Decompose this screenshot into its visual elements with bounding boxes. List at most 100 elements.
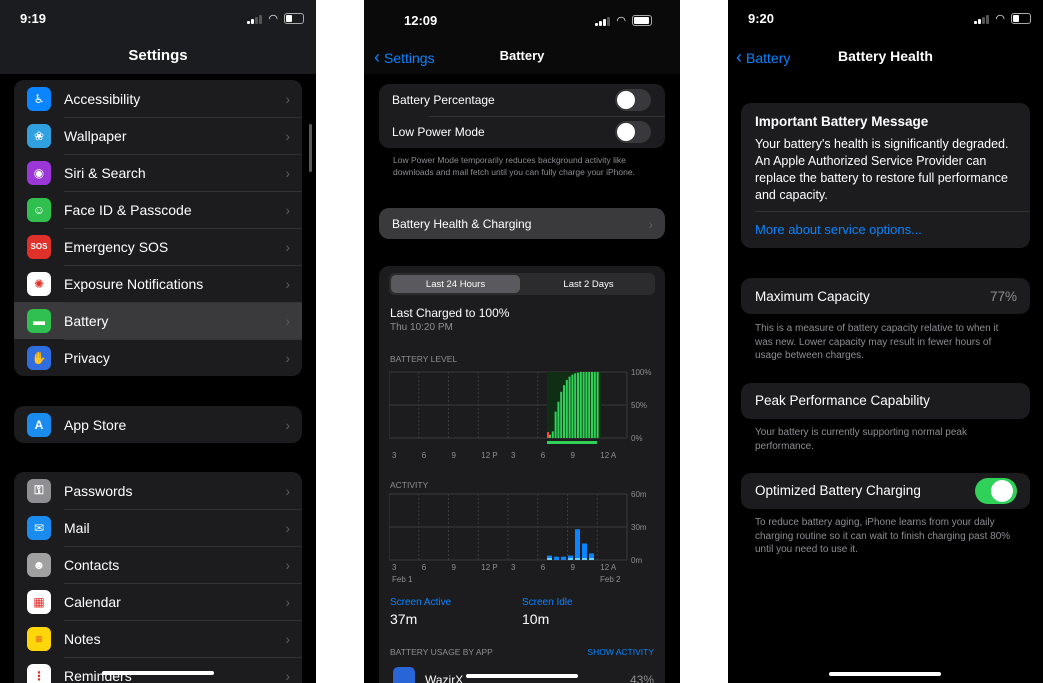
row-label: Calendar — [64, 593, 121, 610]
service-options-link[interactable]: More about service options... — [755, 222, 922, 237]
status-time: 12:09 — [404, 13, 438, 28]
settings-row-passwords[interactable]: ⚿ Passwords › — [14, 472, 302, 509]
settings-row-emergency-sos[interactable]: SOS Emergency SOS › — [14, 228, 302, 265]
x-tick-label: 12 P — [481, 563, 497, 572]
x-tick-label: 9 — [571, 451, 576, 460]
battery-level-bar — [551, 431, 554, 438]
battery-level-bar — [593, 372, 596, 438]
cellular-signal-icon — [247, 14, 263, 24]
peak-performance-row: Peak Performance Capability — [741, 383, 1030, 419]
x-tick-label: 3 — [511, 563, 516, 572]
status-bar: 12:09 ◠ — [364, 0, 680, 38]
row-label: Emergency SOS — [64, 238, 169, 255]
chevron-right-icon: › — [285, 556, 290, 573]
settings-row-exposure-notifications[interactable]: ✺ Exposure Notifications › — [14, 265, 302, 302]
battery-status-icon — [284, 13, 304, 24]
peak-performance-label: Peak Performance Capability — [755, 393, 930, 408]
chevron-right-icon: › — [285, 519, 290, 536]
charging-indicator — [547, 441, 597, 444]
settings-group-apps: ⚿ Passwords › ✉ Mail › ☻ Contacts › ▦ Calendar › ≡ No… — [14, 472, 302, 683]
segment-last-2-days[interactable]: Last 2 Days — [524, 275, 653, 293]
row-label: Face ID & Passcode — [64, 201, 192, 218]
activity-bar — [561, 556, 566, 560]
battery-percentage-label: Battery Percentage — [392, 93, 495, 107]
settings-row-battery[interactable]: ▬ Battery › — [14, 302, 302, 339]
settings-row-mail[interactable]: ✉ Mail › — [14, 509, 302, 546]
y-tick-label: 50% — [631, 401, 647, 410]
optimized-charging-toggle[interactable] — [975, 478, 1017, 504]
segment-last-24-hours[interactable]: Last 24 Hours — [391, 275, 520, 293]
x-tick-label: 3 — [392, 563, 397, 572]
row-label: Wallpaper — [64, 127, 127, 144]
x-tick-label: 3 — [392, 451, 397, 460]
wifi-icon: ◠ — [616, 15, 626, 27]
screen-active-label: Screen Active — [390, 597, 452, 608]
battery-level-bar — [579, 372, 582, 438]
battery-chart-card: Last 24 Hours Last 2 Days Last Charged t… — [379, 266, 665, 683]
battery-status-icon — [1011, 13, 1031, 24]
accessibility-icon: ♿ — [27, 86, 51, 111]
settings-row-face-id-passcode[interactable]: ☺ Face ID & Passcode › — [14, 191, 302, 228]
activity-bar — [554, 556, 559, 560]
chevron-right-icon: › — [285, 312, 290, 329]
battery-level-bar — [554, 411, 557, 438]
message-body: Your battery's health is significantly d… — [755, 137, 1009, 202]
home-indicator[interactable] — [829, 672, 941, 676]
settings-row-reminders[interactable]: ⋮ Reminders › — [14, 657, 302, 683]
low-power-row: Low Power Mode — [379, 116, 665, 148]
battery-level-bar — [560, 391, 563, 438]
show-activity-button[interactable]: SHOW ACTIVITY — [587, 647, 654, 657]
home-indicator[interactable] — [466, 674, 578, 678]
app-percent: 43% — [629, 673, 654, 683]
y-tick-label: 0% — [631, 434, 643, 443]
privacy-hand-icon: ✋ — [27, 345, 51, 370]
low-power-toggle[interactable] — [615, 121, 651, 143]
battery-level-bar — [585, 372, 588, 438]
last-charged-label: Last Charged to 100% — [390, 306, 510, 320]
settings-row-accessibility[interactable]: ♿ Accessibility › — [14, 80, 302, 117]
optimized-charging-label: Optimized Battery Charging — [755, 483, 921, 498]
chevron-right-icon: › — [285, 164, 290, 181]
x-tick-label: 12 A — [600, 451, 617, 460]
max-capacity-label: Maximum Capacity — [755, 289, 870, 304]
y-tick-label: 100% — [631, 368, 651, 377]
settings-group-general: ♿ Accessibility › ❀ Wallpaper › ◉ Siri & Search… — [14, 80, 302, 376]
battery-level-bar — [596, 372, 599, 438]
battery-level-bar — [563, 385, 565, 438]
idle-bar — [568, 558, 573, 560]
settings-row-calendar[interactable]: ▦ Calendar › — [14, 583, 302, 620]
cellular-signal-icon — [595, 16, 611, 26]
exposure-icon: ✺ — [27, 271, 51, 296]
settings-row-privacy[interactable]: ✋ Privacy › — [14, 339, 302, 376]
usage-by-app-label: BATTERY USAGE BY APP — [390, 647, 493, 657]
mail-icon: ✉ — [27, 515, 51, 540]
peak-performance-note: Your battery is currently supporting nor… — [755, 427, 967, 452]
y-tick-label: 30m — [631, 523, 647, 532]
battery-status-icon — [632, 15, 652, 26]
notes-icon: ≡ — [27, 626, 51, 651]
settings-row-siri-search[interactable]: ◉ Siri & Search › — [14, 154, 302, 191]
battery-percentage-toggle[interactable] — [615, 89, 651, 111]
scrollbar[interactable] — [309, 124, 312, 172]
home-indicator[interactable] — [102, 671, 214, 675]
settings-row-contacts[interactable]: ☻ Contacts › — [14, 546, 302, 583]
page-title: Settings — [128, 47, 188, 64]
battery-level-bar — [577, 372, 579, 438]
battery-percentage-row: Battery Percentage — [379, 84, 665, 116]
battery-health-row[interactable]: Battery Health & Charging › — [379, 208, 665, 239]
date-label-left: Feb 1 — [392, 575, 413, 584]
battery-level-bar — [549, 434, 551, 438]
x-tick-label: 9 — [571, 563, 576, 572]
settings-row-notes[interactable]: ≡ Notes › — [14, 620, 302, 657]
row-label: Privacy — [64, 349, 110, 366]
settings-row-app-store[interactable]: A App Store › — [14, 406, 302, 443]
row-label: Accessibility — [64, 90, 141, 107]
date-label-right: Feb 2 — [600, 575, 621, 584]
chevron-right-icon: › — [285, 127, 290, 144]
x-tick-label: 9 — [452, 451, 457, 460]
x-tick-label: 6 — [422, 451, 427, 460]
face-id-icon: ☺ — [27, 197, 51, 222]
settings-row-wallpaper[interactable]: ❀ Wallpaper › — [14, 117, 302, 154]
optimized-charging-note: To reduce battery aging, iPhone learns f… — [755, 517, 1011, 555]
activity-chart: 60m 30m 0m 3 6 9 12 P 3 6 9 12 A Feb 1 Feb 2 — [389, 490, 647, 584]
